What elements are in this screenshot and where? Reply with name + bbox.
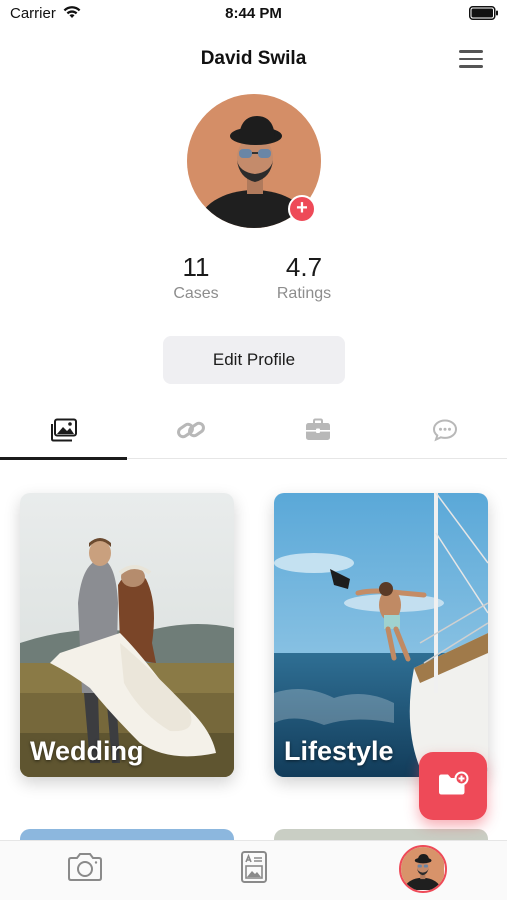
tab-indicator — [0, 457, 127, 460]
album-card-wedding[interactable]: Wedding — [20, 493, 234, 777]
link-icon — [176, 418, 206, 447]
add-photo-button[interactable]: + — [288, 195, 316, 223]
camera-icon — [66, 852, 104, 887]
wedding-photo — [20, 493, 234, 777]
stat-ratings: 4.7 Ratings — [254, 252, 354, 303]
clock-time: 8:44 PM — [225, 5, 282, 22]
tab-messages[interactable] — [381, 405, 507, 459]
profile-tabs — [0, 405, 507, 460]
stat-value: 11 — [182, 252, 210, 282]
profile-avatar — [398, 845, 447, 893]
status-bar: Carrier 8:44 PM — [0, 0, 507, 28]
tab-links[interactable] — [127, 405, 254, 459]
gallery-icon — [50, 418, 78, 447]
add-folder-icon — [437, 771, 469, 802]
tab-gallery[interactable] — [0, 405, 127, 460]
album-title: Wedding — [30, 736, 144, 766]
edit-profile-button[interactable]: Edit Profile — [163, 336, 345, 384]
stat-label: Cases — [173, 285, 219, 302]
battery-icon — [469, 6, 499, 20]
nav-profile[interactable] — [338, 841, 507, 897]
hamburger-menu-icon[interactable] — [459, 50, 485, 70]
stat-label: Ratings — [276, 285, 332, 302]
page-title: David Swila — [200, 48, 307, 69]
stat-value: 4.7 — [285, 252, 323, 282]
tab-work[interactable] — [254, 405, 381, 459]
album-title: Lifestyle — [284, 736, 394, 766]
lifestyle-photo — [274, 493, 488, 777]
nav-camera[interactable] — [0, 841, 169, 897]
portfolio-icon — [240, 850, 268, 889]
chat-icon — [431, 418, 459, 447]
album-card-lifestyle[interactable]: Lifestyle — [274, 493, 488, 777]
stat-cases: 11 Cases — [146, 252, 246, 303]
add-album-button[interactable] — [419, 752, 487, 820]
nav-portfolio[interactable] — [169, 841, 338, 897]
briefcase-icon — [304, 418, 332, 447]
bottom-navigation — [0, 840, 507, 900]
